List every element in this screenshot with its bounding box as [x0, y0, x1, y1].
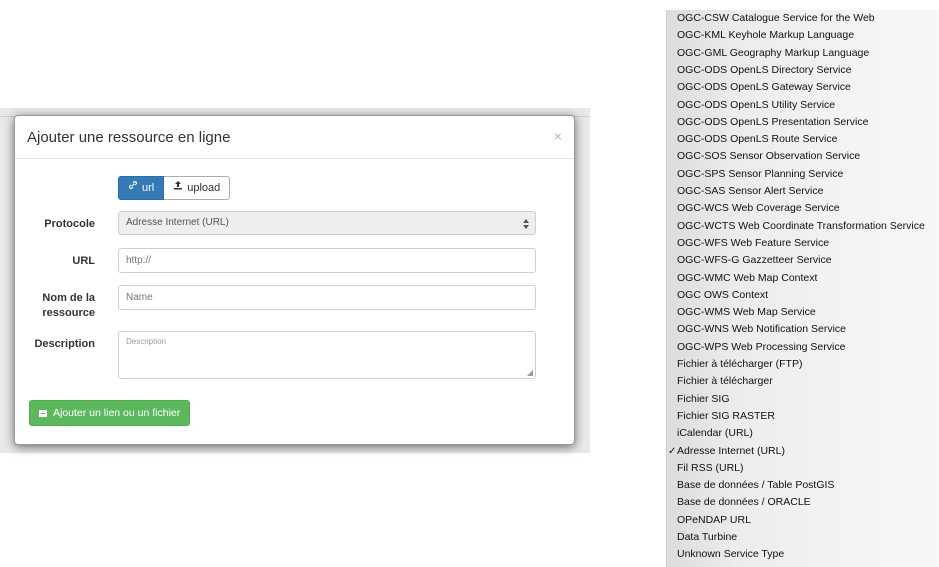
protocol-label: Protocole — [44, 218, 95, 230]
dropdown-option[interactable]: Fichier SIG — [667, 391, 939, 408]
dropdown-option[interactable]: ✓ Adresse Internet (URL) — [667, 443, 939, 460]
upload-icon — [173, 177, 183, 199]
dropdown-option[interactable]: OGC-ODS OpenLS Directory Service — [667, 62, 939, 79]
dropdown-option-label: Fichier SIG — [677, 392, 730, 405]
link-icon — [128, 177, 138, 199]
dropdown-option-label: Fil RSS (URL) — [677, 461, 744, 474]
dropdown-option-label: Adresse Internet (URL) — [677, 444, 785, 457]
dropdown-option[interactable]: OGC-SPS Sensor Planning Service — [667, 166, 939, 183]
dropdown-option-label: OGC OWS Context — [677, 288, 769, 301]
dropdown-option-label: OGC-ODS OpenLS Directory Service — [677, 63, 852, 76]
dropdown-option[interactable]: OGC-WCTS Web Coordinate Transformation S… — [667, 218, 939, 235]
tab-upload-label: upload — [187, 182, 221, 194]
dropdown-option[interactable]: OPeNDAP URL — [667, 512, 939, 529]
dropdown-option-label: Base de données / Table PostGIS — [677, 479, 835, 492]
dropdown-option[interactable]: OGC-WCS Web Coverage Service — [667, 200, 939, 217]
dropdown-option[interactable]: OGC-WMS Web Map Service — [667, 304, 939, 321]
dropdown-option[interactable]: iCalendar (URL) — [667, 425, 939, 442]
dropdown-option-label: Base de données / ORACLE — [677, 496, 811, 509]
dropdown-option-label: OGC-GML Geography Markup Language — [677, 46, 870, 59]
dropdown-option-label: OGC-WNS Web Notification Service — [677, 323, 847, 336]
dropdown-option-label: OGC-ODS OpenLS Gateway Service — [677, 81, 851, 94]
dropdown-option-label: OGC-WFS-G Gazzetteer Service — [677, 254, 832, 267]
dropdown-option[interactable]: OGC-WFS Web Feature Service — [667, 235, 939, 252]
description-placeholder: Description — [126, 337, 167, 346]
dropdown-option-label: OGC-ODS OpenLS Presentation Service — [677, 115, 869, 128]
dropdown-option-label: OGC-SAS Sensor Alert Service — [677, 185, 824, 197]
dropdown-option-label: OGC-WCS Web Coverage Service — [677, 202, 840, 215]
dropdown-option-label: Unknown Service Type — [677, 548, 785, 561]
dropdown-option-label: OGC-WMS Web Map Service — [677, 306, 816, 319]
checkmark-icon: ✓ — [668, 445, 677, 457]
dropdown-option-label: OGC-ODS OpenLS Route Service — [677, 133, 838, 146]
dropdown-option-label: OGC-CSW Catalogue Service for the Web — [677, 12, 875, 24]
resource-name-label-line2: ressource — [42, 307, 95, 319]
dropdown-option[interactable]: OGC-ODS OpenLS Gateway Service — [667, 79, 939, 96]
url-field[interactable] — [118, 248, 536, 273]
dropdown-option[interactable]: Fichier à télécharger — [667, 373, 939, 390]
dropdown-option-label: Fichier à télécharger (FTP) — [677, 358, 803, 370]
dropdown-option[interactable]: OGC-ODS OpenLS Route Service — [667, 131, 939, 148]
dropdown-option[interactable]: Data Turbine — [667, 529, 939, 546]
url-label: URL — [72, 255, 95, 267]
dropdown-option-label: OGC-KML Keyhole Markup Language — [677, 29, 855, 42]
tab-url[interactable]: url — [118, 176, 165, 200]
dropdown-option-label: OGC-ODS OpenLS Utility Service — [677, 98, 836, 111]
dropdown-option[interactable]: Base de données / Table PostGIS — [667, 477, 939, 494]
dropdown-option-label: OGC-WFS Web Feature Service — [677, 236, 830, 249]
resize-grip-icon[interactable]: ◢ — [527, 368, 533, 377]
dropdown-option[interactable]: Fichier SIG RASTER — [667, 408, 939, 425]
tab-url-label: url — [142, 182, 155, 194]
description-field[interactable]: Description ◢ — [118, 331, 536, 379]
protocol-select[interactable]: Adresse Internet (URL) — [118, 211, 536, 235]
protocol-dropdown-list: OGC-CSW Catalogue Service for the Web OGC… — [666, 10, 939, 567]
dropdown-option[interactable]: OGC-KML Keyhole Markup Language — [667, 27, 939, 44]
add-link-or-file-button[interactable]: Ajouter un lien ou un fichier — [29, 400, 191, 426]
add-resource-modal: Ajouter une ressource en ligne × url upl… — [14, 115, 575, 445]
resource-name-label-line1: Nom de la — [42, 292, 95, 304]
dropdown-option[interactable]: OGC-CSW Catalogue Service for the Web — [667, 10, 939, 27]
source-tabs: url upload — [118, 176, 231, 200]
archive-icon — [39, 409, 47, 417]
dropdown-option[interactable]: Unknown Service Type — [667, 546, 939, 563]
dropdown-option[interactable]: OGC-WMC Web Map Context — [667, 270, 939, 287]
dropdown-option-label: Fichier SIG RASTER — [677, 409, 776, 422]
dropdown-option[interactable]: OGC-WPS Web Processing Service — [667, 339, 939, 356]
dropdown-option-label: OGC-SOS Sensor Observation Service — [677, 150, 861, 163]
dropdown-option[interactable]: OGC-GML Geography Markup Language — [667, 45, 939, 62]
add-link-or-file-label: Ajouter un lien ou un fichier — [53, 407, 181, 419]
dropdown-option-label: OPeNDAP URL — [677, 513, 751, 526]
dropdown-option[interactable]: OGC-ODS OpenLS Utility Service — [667, 97, 939, 114]
dropdown-option-label: iCalendar (URL) — [677, 427, 753, 440]
dropdown-option[interactable]: Base de données / ORACLE — [667, 494, 939, 511]
tab-upload[interactable]: upload — [164, 176, 231, 200]
modal-header: Ajouter une ressource en ligne × — [15, 116, 574, 159]
dropdown-option-label: OGC-WMC Web Map Context — [677, 271, 818, 284]
modal-title: Ajouter une ressource en ligne — [27, 129, 231, 146]
dropdown-option[interactable]: Fichier à télécharger (FTP) — [667, 356, 939, 373]
select-arrows-icon — [523, 216, 529, 238]
dropdown-option-label: OGC-SPS Sensor Planning Service — [677, 167, 844, 180]
protocol-select-value: Adresse Internet (URL) — [126, 217, 229, 228]
dropdown-option-label: OGC-WCTS Web Coordinate Transformation S… — [677, 219, 925, 232]
dropdown-option[interactable]: OGC-SOS Sensor Observation Service — [667, 148, 939, 165]
dropdown-option-label: OGC-WPS Web Processing Service — [677, 340, 846, 353]
close-icon[interactable]: × — [554, 128, 562, 144]
dropdown-option-label: Fichier à télécharger — [677, 375, 773, 388]
dropdown-option[interactable]: OGC-ODS OpenLS Presentation Service — [667, 114, 939, 131]
resource-name-field[interactable] — [118, 285, 536, 310]
dropdown-option[interactable]: OGC-WNS Web Notification Service — [667, 321, 939, 338]
dropdown-option[interactable]: Fil RSS (URL) — [667, 460, 939, 477]
description-label: Description — [34, 338, 95, 350]
dropdown-option[interactable]: OGC-SAS Sensor Alert Service — [667, 183, 939, 200]
dropdown-option-label: Data Turbine — [677, 531, 738, 543]
dropdown-option[interactable]: OGC-WFS-G Gazzetteer Service — [667, 252, 939, 269]
dropdown-option[interactable]: OGC OWS Context — [667, 287, 939, 304]
